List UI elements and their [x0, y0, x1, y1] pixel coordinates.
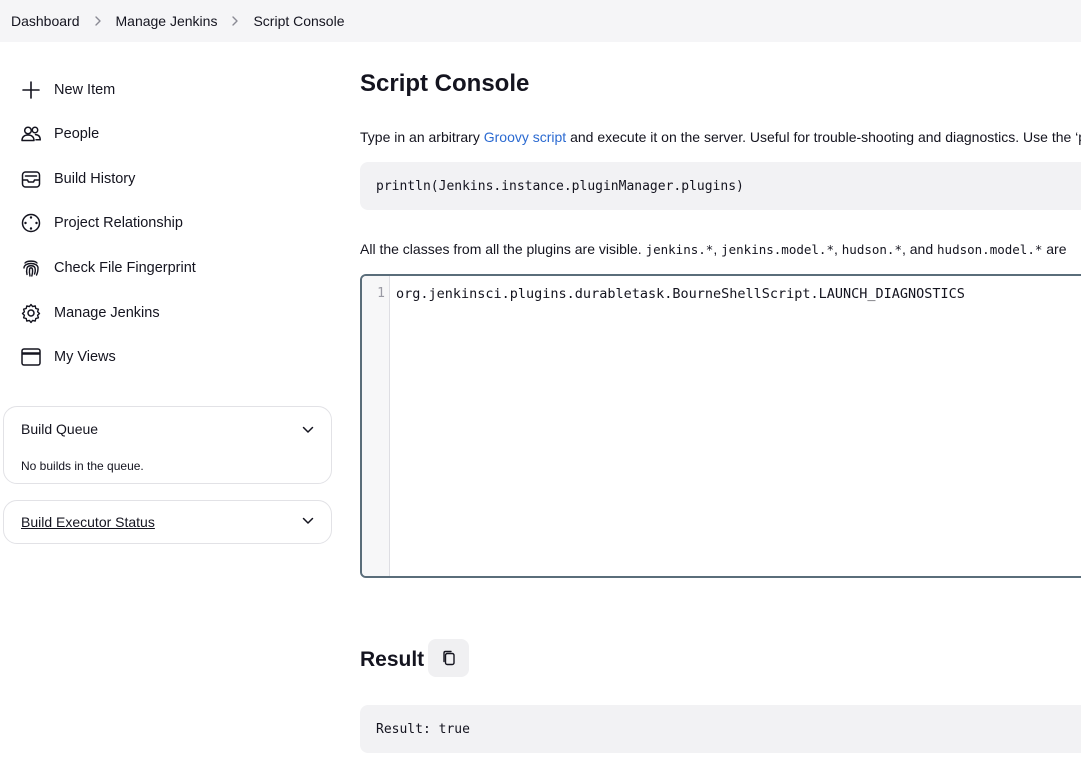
breadcrumb-script-console[interactable]: Script Console [253, 13, 344, 29]
classes-code: hudson.model.* [937, 242, 1043, 257]
sidebar-item-label: Build History [54, 171, 136, 187]
sidebar-item-project-relationship[interactable]: Project Relationship [20, 207, 320, 239]
sidebar-item-label: New Item [54, 82, 116, 98]
classes-suffix: are [1042, 241, 1067, 257]
classes-text-prefix: All the classes from all the plugins are… [360, 241, 646, 257]
build-executor-pane: Build Executor Status [3, 500, 332, 544]
copy-button[interactable] [428, 639, 469, 677]
classes-separator: , [833, 241, 842, 257]
sidebar-item-label: My Views [54, 349, 116, 365]
breadcrumb-manage-jenkins[interactable]: Manage Jenkins [116, 13, 218, 29]
result-title: Result [360, 648, 425, 671]
build-queue-title[interactable]: Build Queue [21, 421, 98, 437]
sidebar-item-build-history[interactable]: Build History [20, 163, 320, 195]
line-number: 1 [377, 286, 385, 301]
sidebar-item-label: Project Relationship [54, 215, 183, 231]
sidebar-item-my-views[interactable]: My Views [20, 341, 320, 373]
groovy-script-link[interactable]: Groovy script [484, 129, 566, 145]
editor-gutter: 1 [362, 276, 390, 576]
editor-code-line[interactable]: org.jenkinsci.plugins.durabletask.Bourne… [396, 286, 965, 302]
fingerprint-icon [20, 257, 42, 279]
plus-icon [20, 79, 42, 101]
sidebar-item-check-file-fingerprint[interactable]: Check File Fingerprint [20, 252, 320, 284]
sidebar-item-new-item[interactable]: New Item [20, 74, 320, 106]
gear-icon [20, 302, 42, 324]
sidebar-item-label: People [54, 126, 100, 142]
result-output: Result: true [360, 705, 1081, 753]
classes-description: All the classes from all the plugins are… [360, 241, 1067, 257]
page-title: Script Console [360, 70, 530, 97]
people-icon [20, 123, 42, 145]
description-prefix: Type in an arbitrary [360, 129, 484, 145]
breadcrumb: Dashboard Manage Jenkins Script Console [0, 0, 1081, 42]
classes-code: jenkins.* [645, 242, 714, 257]
classes-code: hudson.* [841, 242, 902, 257]
chevron-down-icon[interactable] [301, 423, 315, 437]
example-code-block: println(Jenkins.instance.pluginManager.p… [360, 162, 1081, 210]
copy-icon [442, 650, 455, 666]
classes-code: jenkins.model.* [721, 242, 834, 257]
script-editor[interactable]: 1 org.jenkinsci.plugins.durabletask.Bour… [360, 274, 1081, 578]
breadcrumb-dashboard[interactable]: Dashboard [11, 13, 80, 29]
window-icon [20, 346, 42, 368]
build-queue-empty-text: No builds in the queue. [21, 459, 144, 473]
chevron-down-icon[interactable] [301, 514, 315, 528]
build-history-icon [20, 168, 42, 190]
sidebar-item-manage-jenkins[interactable]: Manage Jenkins [20, 297, 320, 329]
description: Type in an arbitrary Groovy script and e… [360, 129, 1081, 145]
sidebar-item-label: Check File Fingerprint [54, 260, 196, 276]
sidebar-item-people[interactable]: People [20, 118, 320, 150]
relationship-icon [20, 212, 42, 234]
build-executor-status-link[interactable]: Build Executor Status [21, 514, 155, 530]
build-queue-pane: Build Queue No builds in the queue. [3, 406, 332, 484]
chevron-right-icon [217, 15, 253, 27]
description-suffix: and execute it on the server. Useful for… [566, 129, 1081, 145]
classes-separator: , and [901, 241, 938, 257]
sidebar-item-label: Manage Jenkins [54, 305, 160, 321]
chevron-right-icon [80, 15, 116, 27]
classes-separator: , [713, 241, 722, 257]
